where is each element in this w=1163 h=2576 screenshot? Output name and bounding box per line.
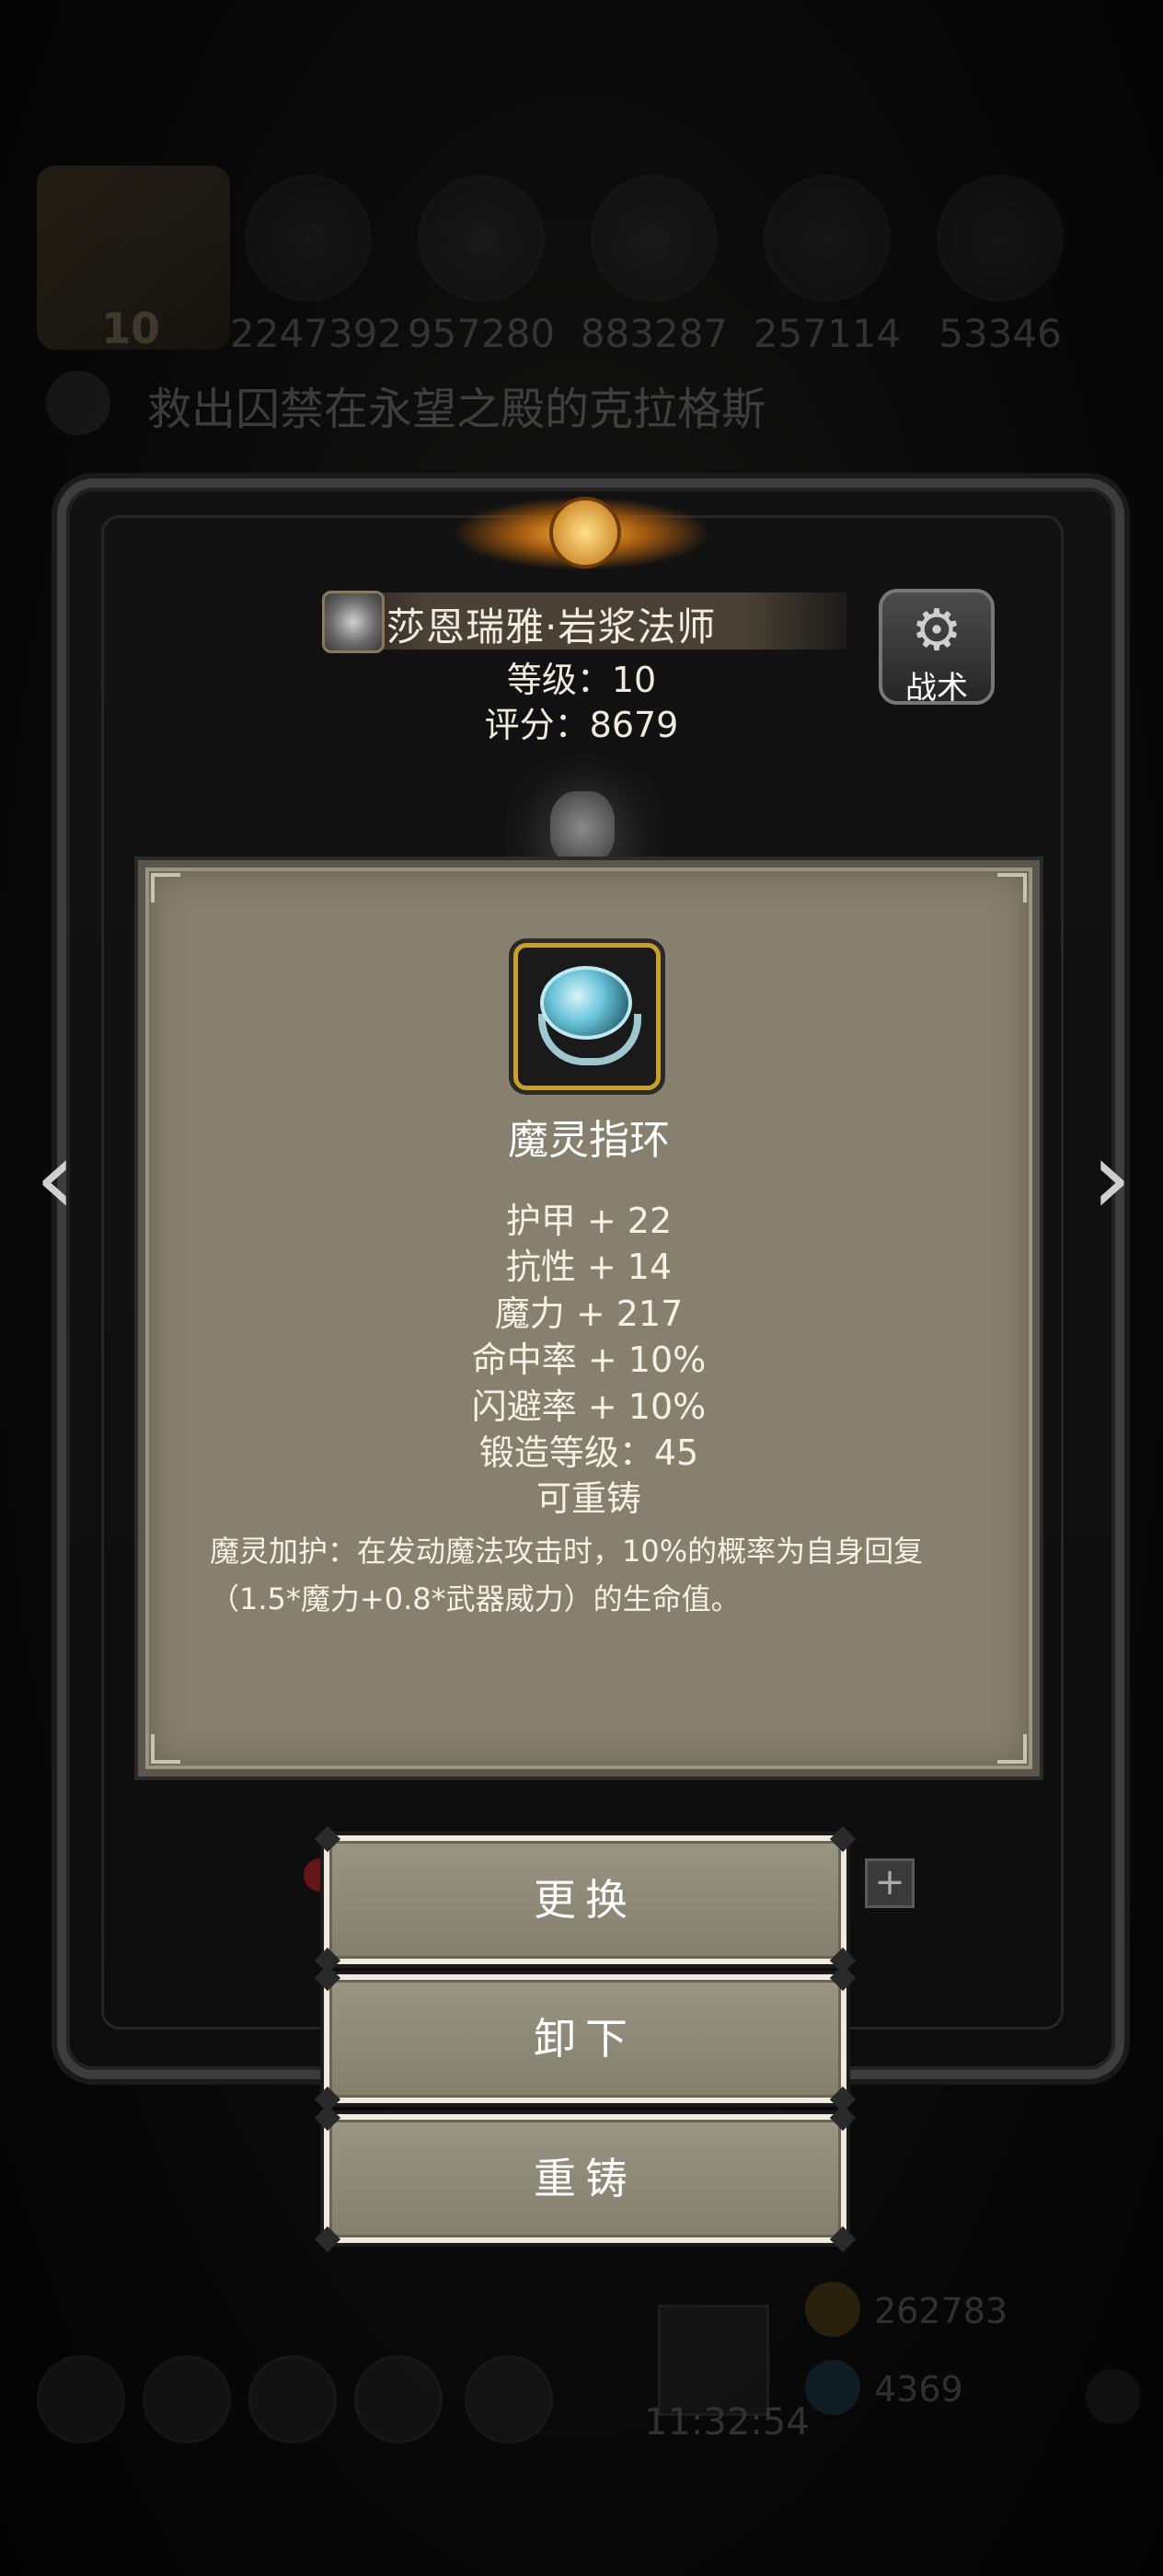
next-arrow-icon[interactable]: › <box>1075 1127 1148 1228</box>
crest-icon <box>549 497 621 569</box>
resource-item: 53346 <box>922 175 1078 356</box>
menu-icon <box>143 2355 231 2444</box>
unequip-button[interactable]: 卸下 <box>314 1964 857 2113</box>
item-slot <box>513 943 661 1090</box>
panel-corner <box>997 873 1027 903</box>
resource-icon <box>418 175 545 302</box>
resource-value: 257114 <box>753 311 902 356</box>
bottom-hud: 11:32:54 262783 4369 <box>0 2272 1163 2456</box>
menu-icon <box>465 2355 553 2444</box>
gift-icon <box>658 2305 769 2416</box>
gold-icon <box>805 2282 860 2337</box>
hero-face <box>550 791 615 865</box>
item-detail-panel: 魔灵指环 护甲 + 22 抗性 + 14 魔力 + 217 命中率 + 10% … <box>138 860 1040 1777</box>
menu-icon <box>354 2355 443 2444</box>
resource-icon <box>591 175 718 302</box>
character-name: 莎恩瑞雅·岩浆法师 <box>386 604 717 650</box>
resource-item: 957280 <box>403 175 559 356</box>
resource-value: 2247392 <box>230 311 403 356</box>
resource-icon <box>937 175 1064 302</box>
item-name: 魔灵指环 <box>508 1117 670 1164</box>
quest-text: 救出囚禁在永望之殿的克拉格斯 <box>147 384 766 435</box>
resource-value: 53346 <box>938 311 1062 356</box>
quest-tracker: 救出囚禁在永望之殿的克拉格斯 <box>46 363 1058 437</box>
player-level: 10 <box>101 304 161 353</box>
add-icon: + <box>865 1858 915 1908</box>
gem-icon <box>805 2360 860 2415</box>
reforge-button-label: 重铸 <box>534 2154 637 2203</box>
replace-button-label: 更换 <box>534 1875 637 1925</box>
resource-bar: 10 2247392 957280 883287 257114 53346 <box>0 166 1163 377</box>
item-stat: 护甲 + 22 <box>505 1201 673 1241</box>
tactics-label: 战术 <box>905 670 968 707</box>
item-stat: 可重铸 <box>535 1478 641 1519</box>
class-emblem-icon <box>322 591 385 653</box>
menu-icon <box>248 2355 337 2444</box>
panel-corner <box>151 873 180 903</box>
gold-value: 262783 <box>874 2291 1008 2331</box>
reforge-button[interactable]: 重铸 <box>314 2104 857 2253</box>
resource-icon <box>764 175 891 302</box>
item-stat: 锻造等级：45 <box>478 1432 699 1473</box>
item-stat: 抗性 + 14 <box>505 1247 673 1287</box>
resource-icon <box>245 175 372 302</box>
clock-text: 11:32:54 <box>644 2401 810 2444</box>
resource-value: 883287 <box>580 311 729 356</box>
unequip-button-label: 卸下 <box>534 2014 637 2064</box>
gear-icon: ⚙ <box>911 596 962 663</box>
item-stat: 闪避率 + 10% <box>471 1386 707 1427</box>
replace-button[interactable]: 更换 <box>314 1825 857 1974</box>
gem-value: 4369 <box>874 2369 963 2409</box>
resource-item: 2247392 <box>230 175 403 356</box>
quest-icon <box>46 371 110 435</box>
resource-item: 883287 <box>576 175 732 356</box>
panel-corner <box>151 1734 180 1764</box>
menu-icon <box>37 2355 125 2444</box>
resource-value: 957280 <box>407 311 556 356</box>
item-stat: 魔力 + 217 <box>494 1294 684 1334</box>
item-stat: 命中率 + 10% <box>471 1340 707 1380</box>
tactics-button[interactable]: ⚙ 战术 <box>879 589 995 707</box>
resource-item: 257114 <box>749 175 905 356</box>
ring-gem-icon <box>540 966 632 1040</box>
settings-icon <box>1086 2369 1141 2424</box>
prev-arrow-icon[interactable]: ‹ <box>18 1127 92 1228</box>
item-description: 魔灵加护：在发动魔法攻击时，10%的概率为自身回复（1.5*魔力+0.8*武器威… <box>210 1534 924 1616</box>
panel-corner <box>997 1734 1027 1764</box>
